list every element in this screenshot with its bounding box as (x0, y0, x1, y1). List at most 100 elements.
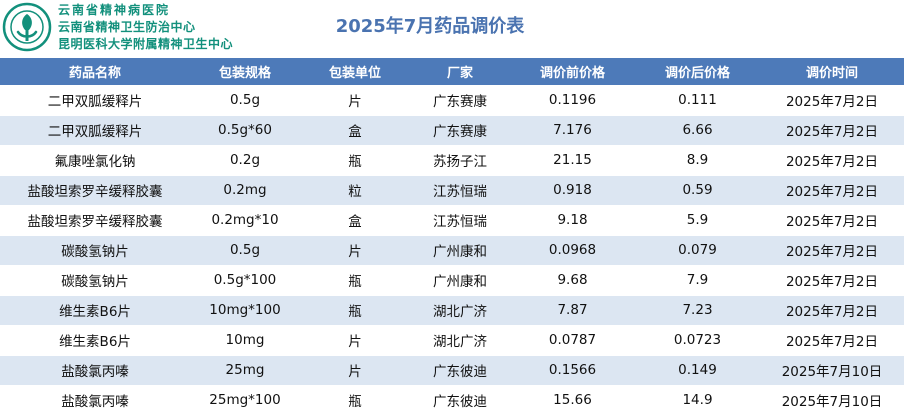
package-unit-cell: 盒 (300, 205, 410, 236)
package-unit-cell: 粒 (300, 175, 410, 206)
table-row: 氟康唑氯化钠 0.2g 瓶苏扬子江 21.15 8.9 2025年7月2日 (0, 145, 904, 176)
package-spec-cell: 0.2mg (190, 175, 300, 206)
price-after-cell: 5.9 (635, 205, 760, 236)
package-unit-cell: 盒 (300, 115, 410, 146)
package-spec-cell: 0.5g*100 (190, 265, 300, 296)
table-header-row: 药品名称 包装规格 包装单位 厂家 调价前价格 调价后价格 调价时间 (0, 58, 904, 85)
adjust-date-cell: 2025年7月2日 (760, 325, 904, 356)
package-unit-cell: 瓶 (300, 145, 410, 176)
manufacturer-cell: 苏扬子江 (410, 145, 510, 176)
adjust-date-cell: 2025年7月2日 (760, 145, 904, 176)
table-row: 盐酸坦索罗辛缓释胶囊 0.2mg 粒江苏恒瑞 0.918 0.59 2025年7月2日 (0, 175, 904, 206)
package-spec-cell: 10mg*100 (190, 295, 300, 326)
adjust-date-cell: 2025年7月2日 (760, 85, 904, 116)
manufacturer-cell: 湖北广济 (410, 325, 510, 356)
manufacturer-cell: 江苏恒瑞 (410, 205, 510, 236)
package-spec-cell: 0.5g (190, 235, 300, 266)
price-before-cell: 0.918 (510, 175, 635, 206)
manufacturer-cell: 广州康和 (410, 265, 510, 296)
price-after-cell: 0.59 (635, 175, 760, 206)
price-after-cell: 0.0723 (635, 325, 760, 356)
price-adjustment-table: 药品名称 包装规格 包装单位 厂家 调价前价格 调价后价格 调价时间 二甲双胍缓… (0, 58, 904, 414)
hospital-names: 云南省精神病医院 云南省精神卫生防治中心 昆明医科大学附属精神卫生中心 (58, 2, 288, 53)
adjust-date-cell: 2025年7月2日 (760, 235, 904, 266)
package-unit-cell: 瓶 (300, 265, 410, 296)
drug-name-cell: 维生素B6片 (0, 295, 190, 326)
table-row: 盐酸氯丙嗪 25mg*100 瓶广东彼迪 15.66 14.9 2025年7月10日 (0, 385, 904, 414)
price-after-cell: 7.23 (635, 295, 760, 326)
price-before-cell: 7.176 (510, 115, 635, 146)
column-header-price-before: 调价前价格 (510, 58, 635, 85)
manufacturer-cell: 广州康和 (410, 235, 510, 266)
price-after-cell: 8.9 (635, 145, 760, 176)
manufacturer-cell: 广东彼迪 (410, 355, 510, 386)
adjust-date-cell: 2025年7月2日 (760, 265, 904, 296)
drug-name-cell: 盐酸坦索罗辛缓释胶囊 (0, 205, 190, 236)
price-after-cell: 0.149 (635, 355, 760, 386)
price-after-cell: 6.66 (635, 115, 760, 146)
package-unit-cell: 片 (300, 355, 410, 386)
adjust-date-cell: 2025年7月2日 (760, 175, 904, 206)
drug-name-cell: 盐酸氯丙嗪 (0, 355, 190, 386)
column-header-manufacturer: 厂家 (410, 58, 510, 85)
adjust-date-cell: 2025年7月10日 (760, 355, 904, 386)
package-unit-cell: 片 (300, 325, 410, 356)
package-unit-cell: 瓶 (300, 385, 410, 414)
hospital-logo-icon (2, 2, 52, 52)
adjust-date-cell: 2025年7月2日 (760, 295, 904, 326)
manufacturer-cell: 江苏恒瑞 (410, 175, 510, 206)
price-before-cell: 9.18 (510, 205, 635, 236)
price-before-cell: 15.66 (510, 385, 635, 414)
drug-name-cell: 维生素B6片 (0, 325, 190, 356)
table-row: 碳酸氢钠片 0.5g*100 瓶广州康和 9.68 7.9 2025年7月2日 (0, 265, 904, 296)
package-spec-cell: 25mg*100 (190, 385, 300, 414)
page-title: 2025年7月药品调价表 (335, 16, 525, 37)
drug-name-cell: 碳酸氢钠片 (0, 265, 190, 296)
package-spec-cell: 25mg (190, 355, 300, 386)
page-header: 云南省精神病医院 云南省精神卫生防治中心 昆明医科大学附属精神卫生中心 2025… (0, 0, 904, 58)
package-spec-cell: 0.2g (190, 145, 300, 176)
price-after-cell: 14.9 (635, 385, 760, 414)
drug-name-cell: 盐酸坦索罗辛缓释胶囊 (0, 175, 190, 206)
package-unit-cell: 片 (300, 235, 410, 266)
column-header-price-after: 调价后价格 (635, 58, 760, 85)
package-unit-cell: 瓶 (300, 295, 410, 326)
package-spec-cell: 0.2mg*10 (190, 205, 300, 236)
price-before-cell: 0.1566 (510, 355, 635, 386)
price-before-cell: 0.0968 (510, 235, 635, 266)
price-after-cell: 7.9 (635, 265, 760, 296)
manufacturer-cell: 广东赛康 (410, 115, 510, 146)
drug-name-cell: 二甲双胍缓释片 (0, 115, 190, 146)
column-header-adjust-date: 调价时间 (760, 58, 904, 85)
hospital-name: 云南省精神病医院 (58, 3, 171, 17)
table-row: 盐酸氯丙嗪 25mg 片广东彼迪 0.1566 0.149 2025年7月10日 (0, 355, 904, 386)
table-row: 二甲双胍缓释片 0.5g*60 盒广东赛康 7.176 6.66 2025年7月2日 (0, 115, 904, 146)
drug-name-cell: 碳酸氢钠片 (0, 235, 190, 266)
adjust-date-cell: 2025年7月2日 (760, 205, 904, 236)
table-row: 碳酸氢钠片 0.5g 片广州康和 0.0968 0.079 2025年7月2日 (0, 235, 904, 266)
table-row: 维生素B6片 10mg*100 瓶湖北广济 7.87 7.23 2025年7月2日 (0, 295, 904, 326)
price-before-cell: 7.87 (510, 295, 635, 326)
adjust-date-cell: 2025年7月10日 (760, 385, 904, 414)
manufacturer-cell: 广东赛康 (410, 85, 510, 116)
hospital-name: 云南省精神卫生防治中心 (58, 20, 196, 34)
price-before-cell: 0.1196 (510, 85, 635, 116)
package-spec-cell: 10mg (190, 325, 300, 356)
price-after-cell: 0.079 (635, 235, 760, 266)
table-body: 二甲双胍缓释片 0.5g 片广东赛康 0.1196 0.111 2025年7月2日 二甲双胍… (0, 85, 904, 414)
package-spec-cell: 0.5g (190, 85, 300, 116)
hospital-name: 昆明医科大学附属精神卫生中心 (58, 37, 234, 51)
drug-name-cell: 二甲双胍缓释片 (0, 85, 190, 116)
column-header-drug-name: 药品名称 (0, 58, 190, 85)
price-after-cell: 0.111 (635, 85, 760, 116)
drug-name-cell: 盐酸氯丙嗪 (0, 385, 190, 414)
manufacturer-cell: 广东彼迪 (410, 385, 510, 414)
column-header-package-spec: 包装规格 (190, 58, 300, 85)
table-row: 盐酸坦索罗辛缓释胶囊 0.2mg*10 盒江苏恒瑞 9.18 5.9 2025年7月2日 (0, 205, 904, 236)
price-before-cell: 21.15 (510, 145, 635, 176)
column-header-package-unit: 包装单位 (300, 58, 410, 85)
table-row: 维生素B6片 10mg 片湖北广济 0.0787 0.0723 2025年7月2日 (0, 325, 904, 356)
package-unit-cell: 片 (300, 85, 410, 116)
table-row: 二甲双胍缓释片 0.5g 片广东赛康 0.1196 0.111 2025年7月2日 (0, 85, 904, 116)
price-before-cell: 9.68 (510, 265, 635, 296)
